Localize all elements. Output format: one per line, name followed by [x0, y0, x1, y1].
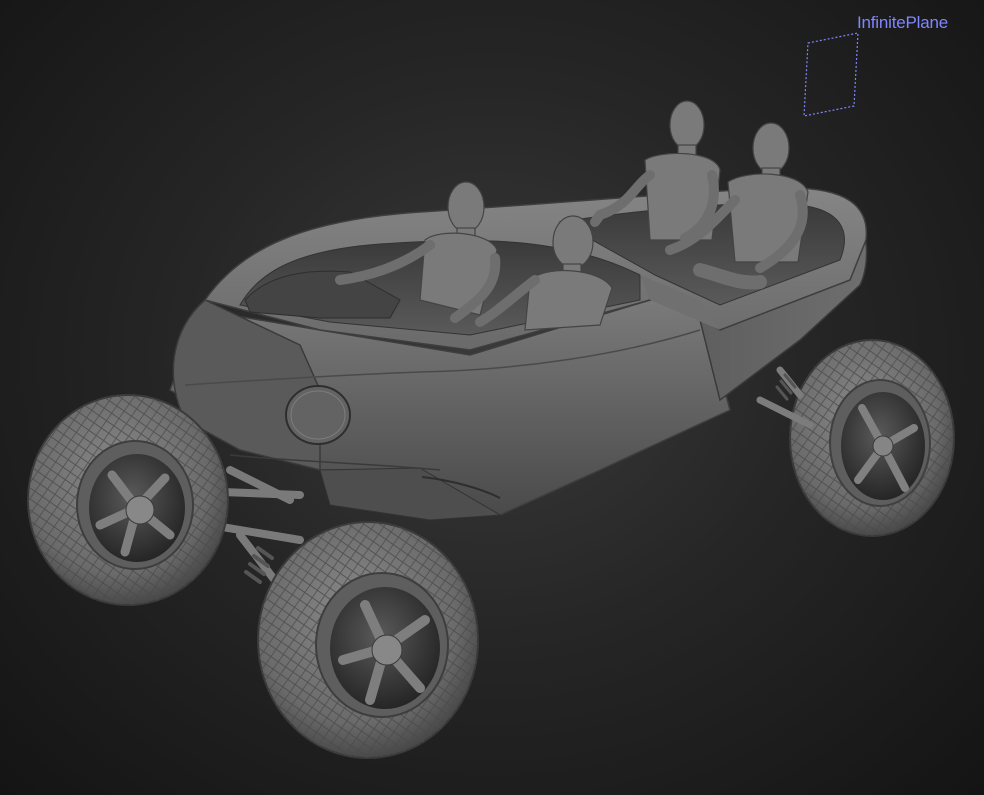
rear-right-wheel [789, 339, 955, 537]
front-left-wheel [27, 394, 229, 606]
scene-canvas[interactable] [0, 0, 984, 795]
headlight [285, 385, 351, 445]
front-right-wheel [257, 521, 479, 759]
3d-viewport[interactable]: InfinitePlane [0, 0, 984, 795]
infinite-plane-gizmo[interactable] [803, 32, 859, 117]
